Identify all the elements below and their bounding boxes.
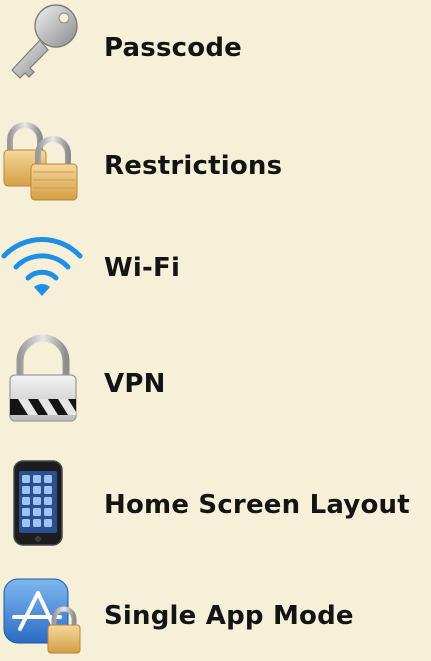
settings-list: Passcode Restrictions Wi-Fi VPN Home Scr… <box>0 0 431 654</box>
settings-item-home-screen-layout[interactable]: Home Screen Layout <box>0 455 431 551</box>
vpn-lock-icon <box>0 333 90 429</box>
padlocks-icon <box>0 118 90 214</box>
settings-item-label: Home Screen Layout <box>104 490 410 520</box>
settings-item-wifi[interactable]: Wi-Fi <box>0 222 431 318</box>
iphone-icon <box>0 455 90 551</box>
app-store-lock-icon <box>0 565 90 661</box>
settings-item-label: Wi-Fi <box>104 253 181 283</box>
settings-item-vpn[interactable]: VPN <box>0 333 431 429</box>
key-icon <box>0 0 90 96</box>
settings-item-label: Passcode <box>104 33 242 63</box>
settings-item-restrictions[interactable]: Restrictions <box>0 118 431 214</box>
settings-item-label: VPN <box>104 369 166 399</box>
settings-item-single-app-mode[interactable]: Single App Mode <box>0 565 431 661</box>
settings-item-label: Restrictions <box>104 151 283 181</box>
settings-item-passcode[interactable]: Passcode <box>0 0 431 96</box>
wifi-icon <box>0 222 90 318</box>
settings-item-label: Single App Mode <box>104 601 354 631</box>
